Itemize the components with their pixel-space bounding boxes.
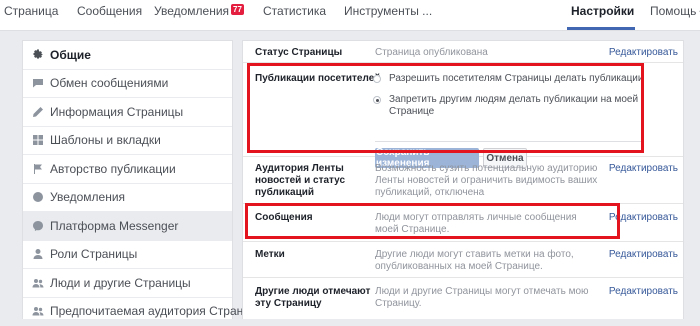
setting-row-tags: Метки Другие люди могут ставить метки на… [243, 242, 683, 278]
radio-label: Разрешить посетителям Страницы делать пу… [389, 73, 643, 85]
tab-messages[interactable]: Сообщения [77, 4, 142, 18]
radio-label: Запретить другим людям делать публикации… [389, 94, 643, 118]
tab-tools[interactable]: Инструменты ... [344, 4, 432, 18]
people-icon [32, 277, 44, 289]
person-icon [32, 248, 44, 260]
messenger-icon [32, 220, 44, 232]
settings-sidebar: Общие Обмен сообщениями Информация Стран… [22, 40, 233, 319]
tab-page[interactable]: Страница [4, 4, 58, 18]
setting-label: Публикации посетителей [255, 73, 380, 85]
edit-link[interactable]: Редактировать [609, 286, 678, 297]
divider [375, 141, 643, 142]
sidebar-item-preferred-audience[interactable]: Предпочитаемая аудитория Страницы [23, 298, 232, 326]
setting-value: Страница опубликована [375, 47, 488, 59]
sidebar-item-notifications[interactable]: Уведомления [23, 184, 232, 213]
tab-label: Настройки [571, 4, 634, 18]
edit-link[interactable]: Редактировать [609, 212, 678, 223]
setting-row-others-tag-page: Другие люди отмечают эту Страницу Люди и… [243, 278, 683, 319]
people-icon [32, 305, 44, 317]
tab-notifications[interactable]: Уведомления77 [154, 4, 244, 18]
radio-option-deny[interactable]: Запретить другим людям делать публикации… [373, 94, 643, 118]
setting-value: Другие люди могут ставить метки на фото,… [375, 249, 595, 273]
sidebar-item-label: Предпочитаемая аудитория Страницы [50, 304, 265, 318]
sidebar-item-messaging[interactable]: Обмен сообщениями [23, 70, 232, 99]
globe-icon [32, 191, 44, 203]
sidebar-item-post-attribution[interactable]: Авторство публикации [23, 155, 232, 184]
sidebar-item-label: Информация Страницы [50, 105, 183, 119]
tab-statistics[interactable]: Статистика [263, 4, 326, 18]
tab-label: Инструменты ... [344, 4, 432, 18]
active-tab-indicator [567, 27, 635, 30]
setting-row-news-feed-audience: Аудитория Ленты новостей и статус публик… [243, 157, 683, 204]
radio-button-selected[interactable] [373, 96, 381, 104]
radio-button[interactable] [373, 75, 381, 83]
setting-value: Возможность сузить потенциальную аудитор… [375, 163, 620, 199]
grid-icon [32, 134, 44, 146]
sidebar-item-label: Шаблоны и вкладки [50, 133, 161, 147]
sidebar-item-label: Общие [50, 48, 91, 62]
sidebar-item-messenger-platform[interactable]: Платформа Messenger [23, 212, 232, 241]
sidebar-item-label: Платформа Messenger [50, 219, 178, 233]
setting-label: Сообщения [255, 212, 313, 224]
tab-help[interactable]: Помощь▾ [650, 4, 700, 18]
sidebar-item-label: Обмен сообщениями [50, 76, 168, 90]
sidebar-item-label: Уведомления [50, 190, 125, 204]
sidebar-item-templates[interactable]: Шаблоны и вкладки [23, 127, 232, 156]
edit-link[interactable]: Редактировать [609, 47, 678, 58]
sidebar-item-label: Люди и другие Страницы [50, 276, 191, 290]
general-settings-panel: Статус Страницы Страница опубликована Ре… [242, 40, 684, 319]
tab-label: Страница [4, 4, 58, 18]
setting-value: Люди и другие Страницы могут отмечать мо… [375, 286, 620, 310]
setting-row-messages: Сообщения Люди могут отправлять личные с… [243, 204, 683, 242]
setting-row-page-status: Статус Страницы Страница опубликована Ре… [243, 41, 683, 63]
sidebar-item-page-roles[interactable]: Роли Страницы [23, 241, 232, 270]
setting-row-visitor-posts: Публикации посетителей Разрешить посетит… [243, 63, 683, 157]
setting-label: Другие люди отмечают эту Страницу [255, 286, 373, 310]
gear-icon [32, 49, 44, 61]
tab-label: Сообщения [77, 4, 142, 18]
sidebar-item-label: Роли Страницы [50, 247, 137, 261]
sidebar-item-people-pages[interactable]: Люди и другие Страницы [23, 269, 232, 298]
sidebar-item-general[interactable]: Общие [23, 41, 232, 70]
setting-value: Люди могут отправлять личные сообщения м… [375, 212, 590, 236]
chat-icon [32, 77, 44, 89]
sidebar-item-page-info[interactable]: Информация Страницы [23, 98, 232, 127]
tab-label: Уведомления [154, 4, 229, 18]
setting-label: Статус Страницы [255, 47, 342, 59]
pencil-icon [32, 106, 44, 118]
page-top-nav: Страница Сообщения Уведомления77 Статист… [0, 0, 700, 31]
tab-label: Помощь [650, 4, 696, 18]
setting-label: Метки [255, 249, 285, 261]
notification-badge: 77 [231, 4, 244, 15]
radio-option-allow[interactable]: Разрешить посетителям Страницы делать пу… [373, 73, 643, 85]
flag-icon [32, 163, 44, 175]
tab-label: Статистика [263, 4, 326, 18]
setting-label: Аудитория Ленты новостей и статус публик… [255, 163, 367, 199]
edit-link[interactable]: Редактировать [609, 163, 678, 174]
sidebar-item-label: Авторство публикации [50, 162, 176, 176]
edit-link[interactable]: Редактировать [609, 249, 678, 260]
tab-settings[interactable]: Настройки [571, 4, 634, 18]
